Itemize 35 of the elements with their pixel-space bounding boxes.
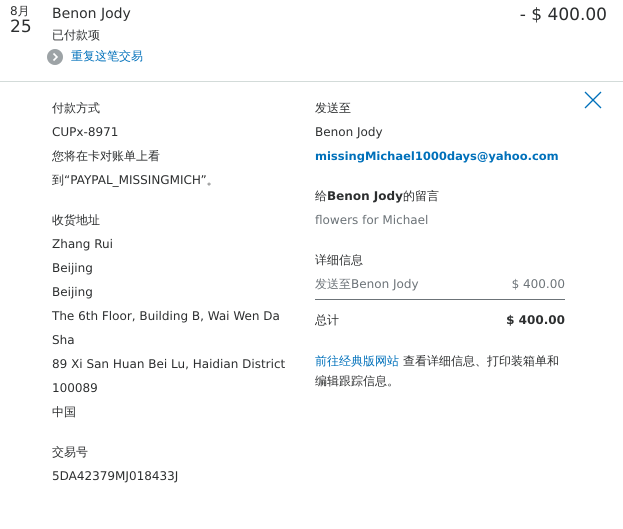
amount-label: - $ 400.00 bbox=[520, 4, 607, 26]
item-label: 发送至Benon Jody bbox=[315, 276, 419, 293]
item-amount: $ 400.00 bbox=[512, 276, 565, 293]
detail-text: Sha bbox=[52, 332, 75, 349]
detail-text: 5DA42379MJ018433J bbox=[52, 468, 178, 485]
section-heading: 付款方式 bbox=[52, 100, 100, 117]
detail-text: 到“PAYPAL_MISSINGMICH”。 bbox=[52, 172, 219, 189]
classic-site-link[interactable]: 前往经典版网站 bbox=[315, 354, 399, 368]
repeat-transaction-link[interactable]: 重复这笔交易 bbox=[71, 48, 143, 65]
payee-name: Benon Jody bbox=[52, 5, 131, 23]
chevron-icon bbox=[47, 48, 63, 64]
detail-text: 中国 bbox=[52, 404, 76, 421]
section-heading: 详细信息 bbox=[315, 252, 363, 269]
detail-text: Zhang Rui bbox=[52, 236, 113, 253]
email-link[interactable]: missingMichael1000days@yahoo.com bbox=[315, 144, 559, 168]
detail-text: 89 Xi San Huan Bei Lu, Haidian District bbox=[52, 356, 286, 373]
close-button[interactable] bbox=[583, 90, 603, 110]
message-text: flowers for Michael bbox=[315, 212, 428, 229]
total-amount: $ 400.00 bbox=[506, 312, 565, 329]
status-label: 已付款项 bbox=[52, 27, 100, 43]
recipient-name: Benon Jody bbox=[315, 124, 383, 141]
detail-text: 您将在卡对账单上看 bbox=[52, 148, 160, 165]
month-label: 8月 bbox=[10, 4, 31, 18]
section-heading: 发送至 bbox=[315, 100, 351, 117]
section-heading: 收货地址 bbox=[52, 212, 100, 229]
section-heading: 交易号 bbox=[52, 444, 88, 461]
detail-text: Beijing bbox=[52, 284, 93, 301]
detail-text: Beijing bbox=[52, 260, 93, 277]
detail-text: The 6th Floor, Building B, Wai Wen Da bbox=[52, 308, 280, 325]
day-label: 25 bbox=[10, 18, 33, 36]
section-heading: 给Benon Jody的留言 bbox=[315, 188, 439, 205]
detail-text: 100089 bbox=[52, 380, 98, 397]
classic-site-note: 前往经典版网站 查看详细信息、打印装箱单和编辑跟踪信息。 bbox=[315, 353, 560, 390]
total-label: 总计 bbox=[315, 312, 339, 329]
detail-text: CUPx-8971 bbox=[52, 124, 118, 141]
